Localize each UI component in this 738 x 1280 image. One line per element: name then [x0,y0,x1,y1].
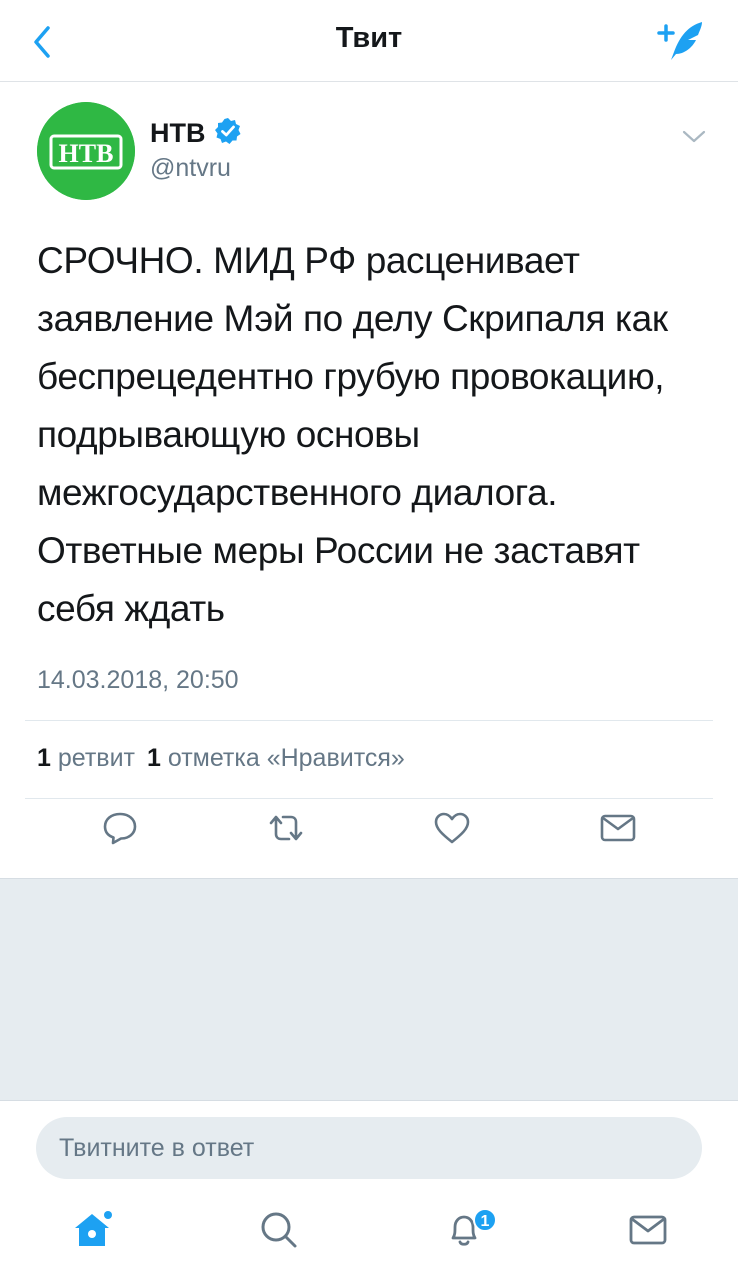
tweet-stats: 1 ретвит 1 отметка «Нравится» [37,744,405,773]
retweets-count[interactable]: 1 [37,744,51,772]
direct-message-button[interactable] [594,804,642,852]
reply-input[interactable] [36,1117,702,1179]
retweet-icon [269,815,303,841]
author-handle[interactable]: @ntvru [150,154,231,183]
avatar[interactable]: НТВ [37,102,135,200]
envelope-icon [629,1215,667,1245]
search-icon [261,1212,297,1248]
page-title: Твит [335,22,403,54]
author-name[interactable]: НТВ [150,118,206,149]
home-icon [75,1211,112,1246]
divider [25,798,713,799]
tab-messages[interactable] [624,1206,672,1254]
likes-count[interactable]: 1 [147,744,161,772]
tweet-detail: НТВ НТВ @ntvru СРОЧНО. МИД РФ расценивае… [0,82,738,878]
heart-icon [434,812,470,844]
tweet-options-button[interactable] [680,126,708,146]
envelope-icon [600,814,636,842]
tweet-timestamp: 14.03.2018, 20:50 [37,666,239,694]
tab-search[interactable] [255,1206,303,1254]
compose-tweet-button[interactable] [652,18,710,66]
navigation-header: Твит [0,0,738,82]
reply-bar [0,1100,738,1190]
retweet-button[interactable] [262,804,310,852]
notifications-badge: 1 [473,1208,497,1232]
likes-label[interactable]: отметка «Нравится» [168,744,405,772]
verified-badge-icon [215,118,241,144]
reply-icon [103,812,137,845]
tweet-text: СРОЧНО. МИД РФ расценивает заявление Мэй… [37,240,668,629]
chevron-down-icon [682,130,706,143]
ntv-logo-icon: НТВ [37,102,135,200]
svg-text:НТВ: НТВ [59,139,114,168]
bottom-tab-bar [0,1190,738,1280]
replies-area [0,878,738,1100]
compose-feather-icon [657,22,702,60]
tab-home[interactable] [68,1206,116,1254]
reply-button[interactable] [96,804,144,852]
like-button[interactable] [428,804,476,852]
divider [25,720,713,721]
retweets-label[interactable]: ретвит [58,744,135,772]
